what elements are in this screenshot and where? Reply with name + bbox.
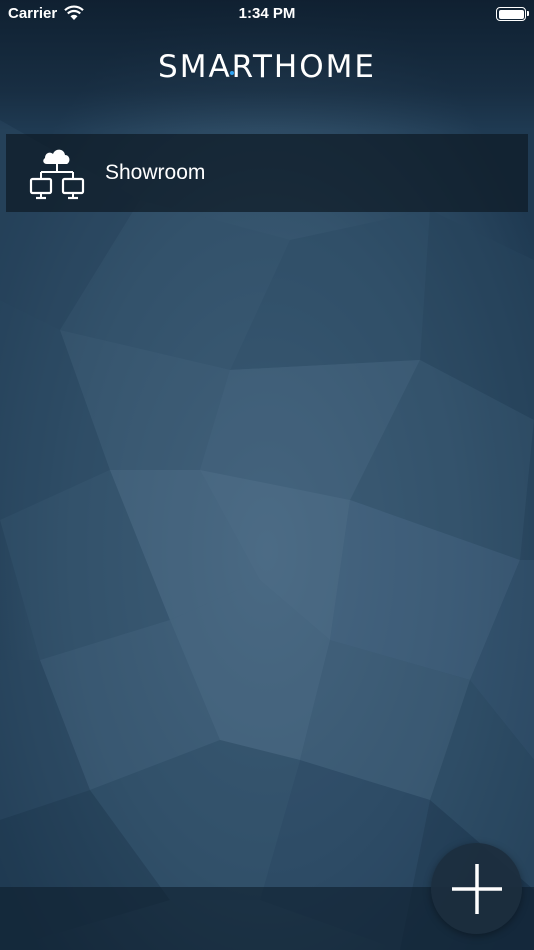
clock: 1:34 PM (238, 5, 296, 22)
network-cloud-icon (29, 149, 85, 200)
logo-text: SMARTHOME (158, 49, 376, 85)
battery-icon (496, 7, 529, 21)
logo-accent-dot (230, 71, 235, 75)
gateway-label: Showroom (105, 161, 206, 184)
add-gateway-button[interactable] (431, 843, 522, 934)
status-bar: Carrier 1:34 PM (0, 0, 534, 28)
plus-icon (451, 863, 502, 914)
app-logo: SMARTHOME (0, 47, 534, 87)
gateway-item-showroom[interactable]: Showroom (6, 134, 528, 212)
